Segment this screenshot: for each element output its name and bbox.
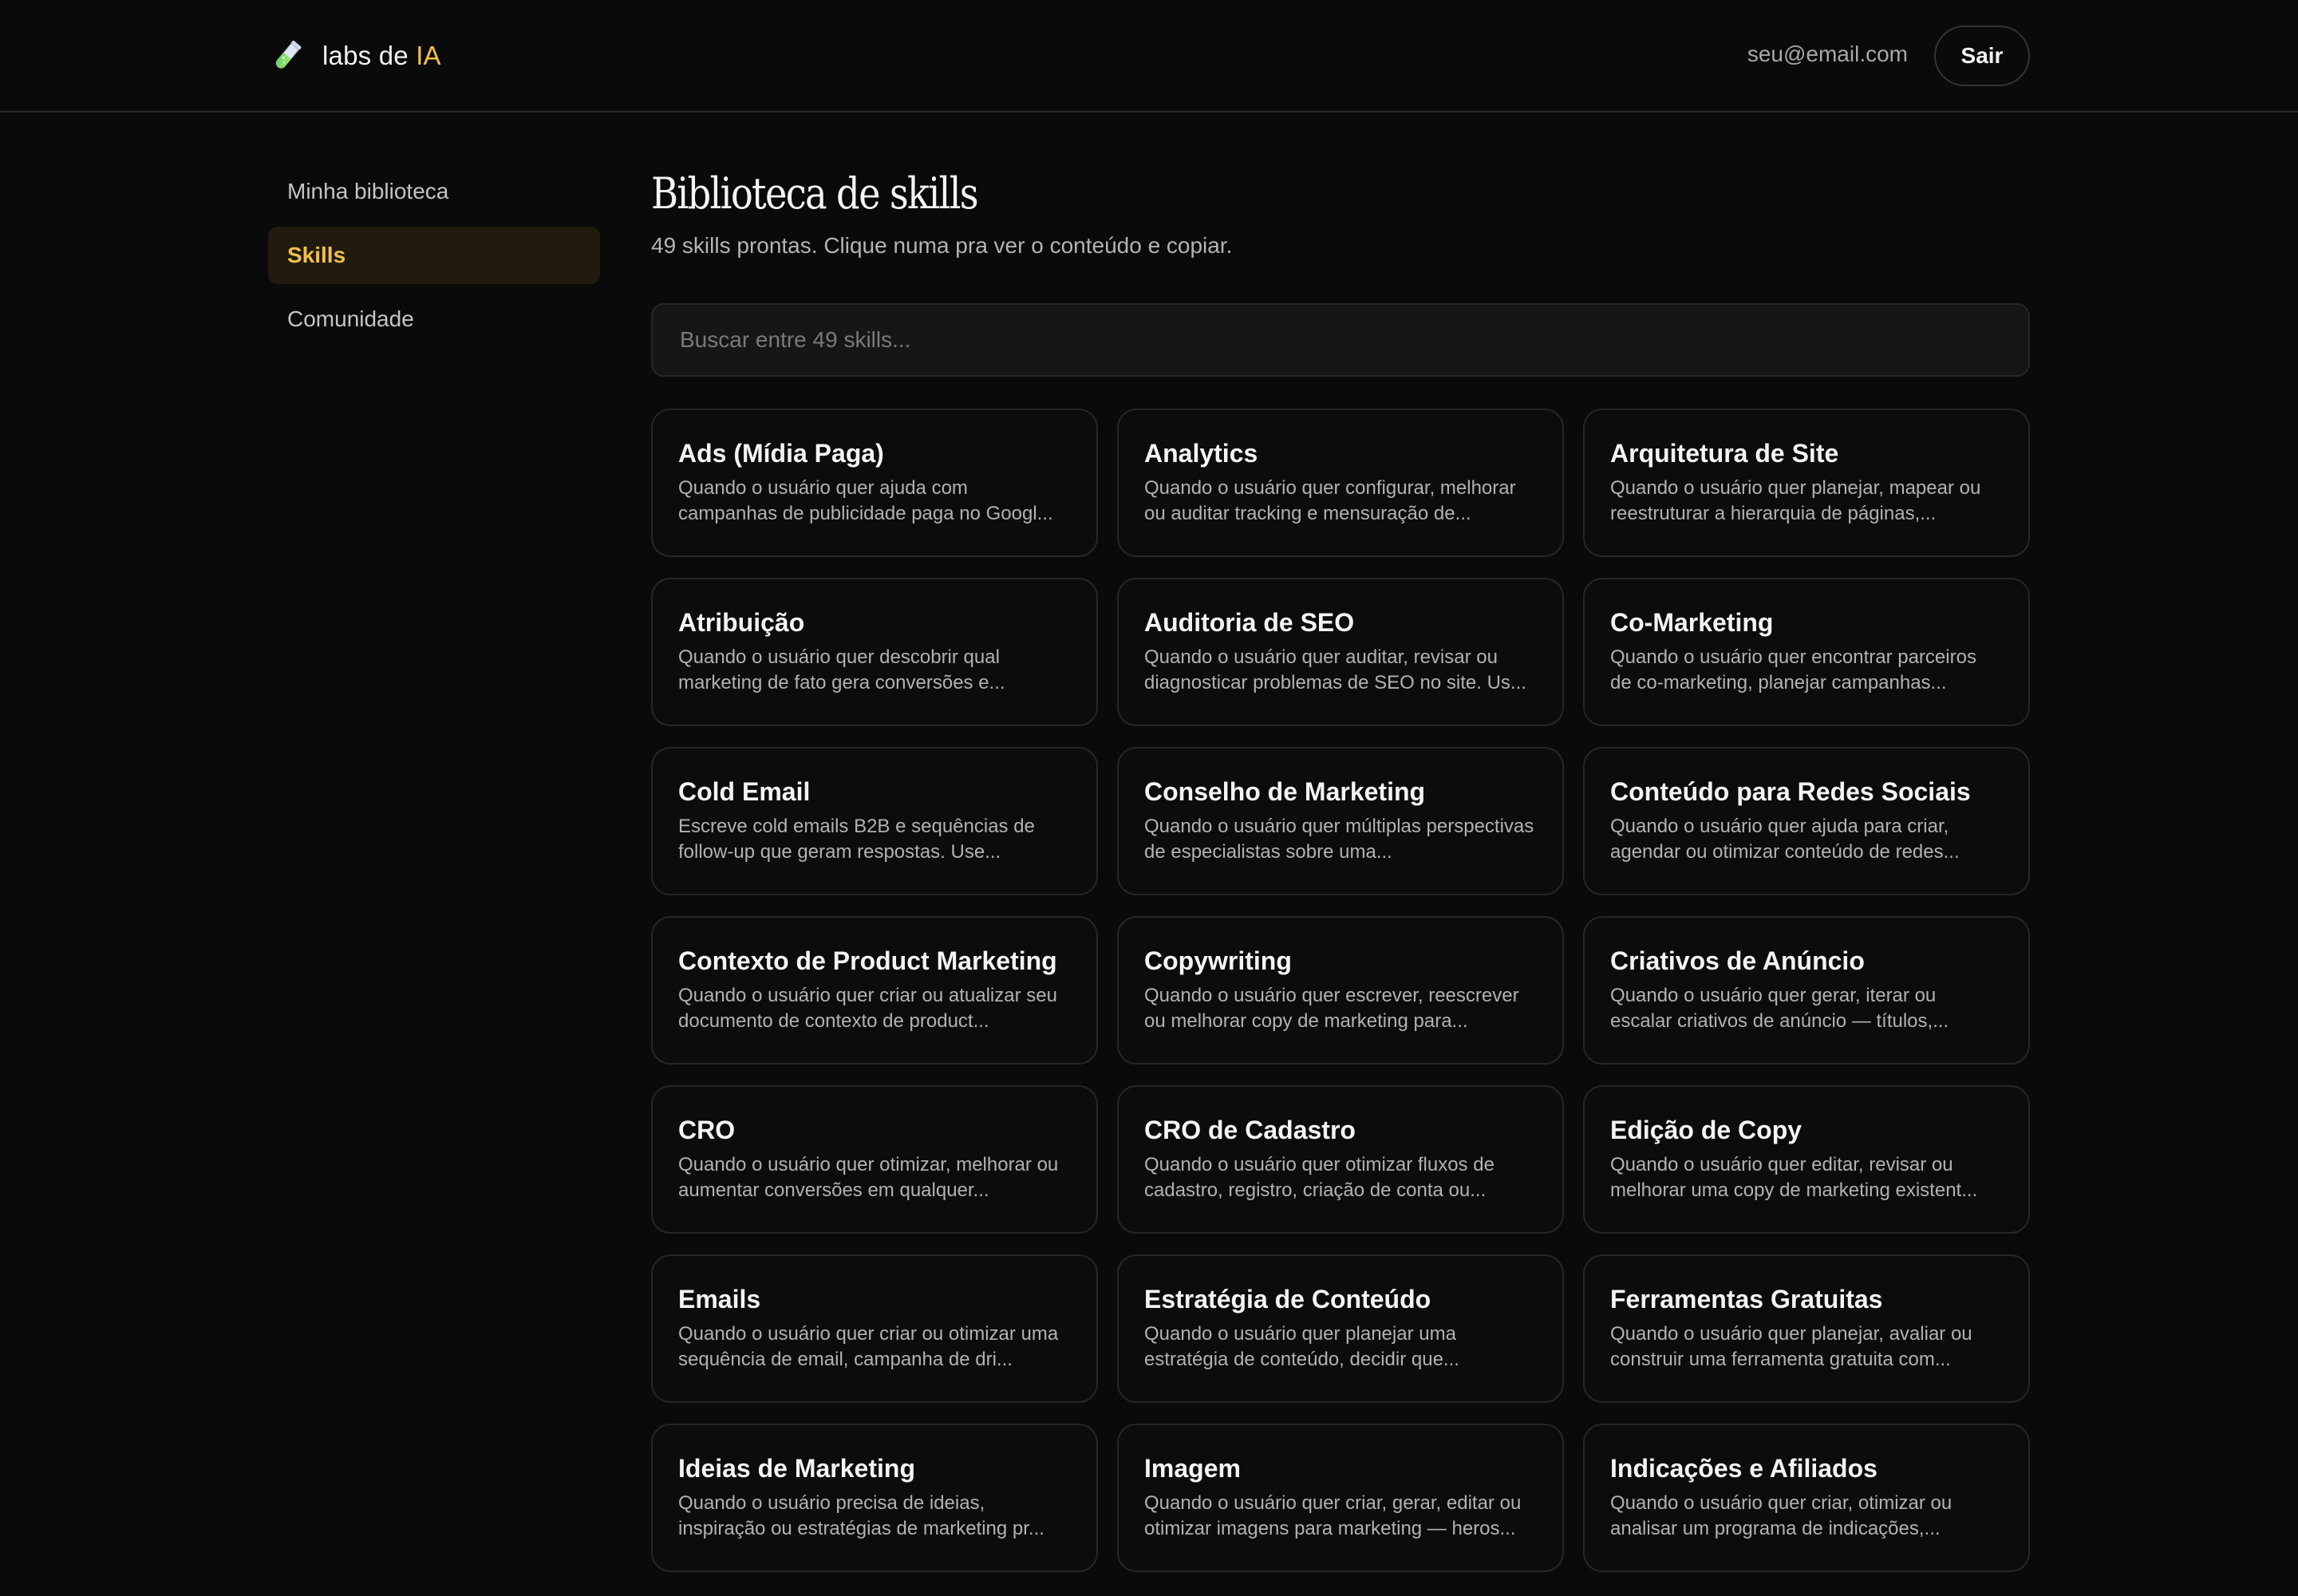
logout-button[interactable]: Sair bbox=[1934, 26, 2030, 86]
skill-card[interactable]: Criativos de Anúncio Quando o usuário qu… bbox=[1583, 916, 2030, 1065]
skill-card-description: Quando o usuário quer planejar uma estra… bbox=[1144, 1323, 1459, 1370]
skill-card-title: Imagem bbox=[1144, 1454, 1241, 1483]
skill-card[interactable]: Ideias de Marketing Quando o usuário pre… bbox=[651, 1424, 1098, 1572]
skill-card-title: Conteúdo para Redes Sociais bbox=[1610, 777, 1971, 806]
skill-card[interactable]: Conselho de Marketing Quando o usuário q… bbox=[1117, 747, 1564, 895]
skill-card-description: Escreve cold emails B2B e sequências de … bbox=[678, 816, 1035, 863]
skill-card-description: Quando o usuário quer descobrir qual mar… bbox=[678, 646, 1005, 693]
skill-card[interactable]: Arquitetura de Site Quando o usuário que… bbox=[1583, 409, 2030, 557]
skill-card-title: Indicações e Afiliados bbox=[1610, 1454, 1877, 1483]
skill-card-title: Arquitetura de Site bbox=[1610, 439, 1839, 468]
skill-card[interactable]: Co-Marketing Quando o usuário quer encon… bbox=[1583, 578, 2030, 726]
skill-card[interactable]: Copywriting Quando o usuário quer escrev… bbox=[1117, 916, 1564, 1065]
skill-card-description: Quando o usuário precisa de ideias, insp… bbox=[678, 1492, 1044, 1539]
skill-card[interactable]: Estratégia de Conteúdo Quando o usuário … bbox=[1117, 1254, 1564, 1403]
skill-card-title: Analytics bbox=[1144, 439, 1258, 468]
skill-card[interactable]: Ferramentas Gratuitas Quando o usuário q… bbox=[1583, 1254, 2030, 1403]
brand-logo[interactable]: labs de IA bbox=[270, 35, 441, 77]
page-subtitle: 49 skills prontas. Clique numa pra ver o… bbox=[651, 233, 1233, 258]
skill-card[interactable]: Atribuição Quando o usuário quer descobr… bbox=[651, 578, 1098, 726]
skill-card-description: Quando o usuário quer escrever, reescrev… bbox=[1144, 985, 1519, 1032]
skill-card-description: Quando o usuário quer criar, otimizar ou… bbox=[1610, 1492, 1953, 1539]
skill-card[interactable]: Conteúdo para Redes Sociais Quando o usu… bbox=[1583, 747, 2030, 895]
skill-card-description: Quando o usuário quer criar ou otimizar … bbox=[678, 1323, 1059, 1370]
sidebar-navigation: Minha biblioteca Skills Comunidade bbox=[268, 163, 600, 354]
skill-card-title: Co-Marketing bbox=[1610, 608, 1774, 637]
skill-card[interactable]: CRO Quando o usuário quer otimizar, melh… bbox=[651, 1085, 1098, 1234]
skill-card-title: CRO de Cadastro bbox=[1144, 1116, 1356, 1144]
skill-card-description: Quando o usuário quer editar, revisar ou… bbox=[1610, 1154, 1978, 1201]
skill-card-title: Ads (Mídia Paga) bbox=[678, 439, 884, 468]
main-content: Biblioteca de skills 49 skills prontas. … bbox=[651, 160, 2030, 1572]
skill-card-title: Estratégia de Conteúdo bbox=[1144, 1285, 1431, 1314]
skill-card-description: Quando o usuário quer ajuda com campanha… bbox=[678, 477, 1053, 524]
skill-card-description: Quando o usuário quer encontrar parceiro… bbox=[1610, 646, 1976, 693]
top-navigation-bar: labs de IA seu@email.com Sair bbox=[0, 0, 2298, 113]
skill-card-description: Quando o usuário quer múltiplas perspect… bbox=[1144, 816, 1534, 863]
skill-card[interactable]: Edição de Copy Quando o usuário quer edi… bbox=[1583, 1085, 2030, 1234]
skill-card-title: Copywriting bbox=[1144, 946, 1292, 975]
skill-card-title: Atribuição bbox=[678, 608, 805, 637]
skill-card-description: Quando o usuário quer ajuda para criar, … bbox=[1610, 816, 1960, 863]
skill-card[interactable]: Contexto de Product Marketing Quando o u… bbox=[651, 916, 1098, 1065]
skill-card[interactable]: Cold Email Escreve cold emails B2B e seq… bbox=[651, 747, 1098, 895]
skill-card-title: Auditoria de SEO bbox=[1144, 608, 1355, 637]
skill-card[interactable]: Imagem Quando o usuário quer criar, gera… bbox=[1117, 1424, 1564, 1572]
skill-card-title: CRO bbox=[678, 1116, 736, 1144]
skills-grid: Ads (Mídia Paga) Quando o usuário quer a… bbox=[651, 409, 2030, 1572]
skill-card-title: Emails bbox=[678, 1285, 761, 1314]
skill-card-title: Edição de Copy bbox=[1610, 1116, 1802, 1144]
user-email: seu@email.com bbox=[1747, 41, 1908, 66]
skill-card[interactable]: Indicações e Afiliados Quando o usuário … bbox=[1583, 1424, 2030, 1572]
skill-card[interactable]: Emails Quando o usuário quer criar ou ot… bbox=[651, 1254, 1098, 1403]
skill-card-description: Quando o usuário quer planejar, avaliar … bbox=[1610, 1323, 1972, 1370]
skill-card-title: Ferramentas Gratuitas bbox=[1610, 1285, 1883, 1314]
brand-name-prefix: labs de bbox=[322, 41, 417, 70]
skill-card-description: Quando o usuário quer gerar, iterar ou e… bbox=[1610, 985, 1949, 1032]
sidebar-item-skills[interactable]: Skills bbox=[268, 227, 600, 284]
skill-card-description: Quando o usuário quer otimizar fluxos de… bbox=[1144, 1154, 1494, 1201]
skill-card-title: Conselho de Marketing bbox=[1144, 777, 1426, 806]
skill-card-description: Quando o usuário quer auditar, revisar o… bbox=[1144, 646, 1526, 693]
skill-card[interactable]: Auditoria de SEO Quando o usuário quer a… bbox=[1117, 578, 1564, 726]
brand-name-accent: IA bbox=[416, 41, 441, 70]
skill-card-description: Quando o usuário quer criar ou atualizar… bbox=[678, 985, 1057, 1032]
skill-card-description: Quando o usuário quer planejar, mapear o… bbox=[1610, 477, 1981, 524]
skill-card-title: Cold Email bbox=[678, 777, 811, 806]
search-input[interactable] bbox=[678, 326, 2003, 354]
skill-card-description: Quando o usuário quer otimizar, melhorar… bbox=[678, 1154, 1059, 1201]
sidebar-item-minha-biblioteca[interactable]: Minha biblioteca bbox=[268, 163, 600, 220]
skill-card[interactable]: Ads (Mídia Paga) Quando o usuário quer a… bbox=[651, 409, 1098, 557]
brand-name: labs de IA bbox=[322, 41, 441, 71]
skill-card[interactable]: Analytics Quando o usuário quer configur… bbox=[1117, 409, 1564, 557]
skill-card-description: Quando o usuário quer configurar, melhor… bbox=[1144, 477, 1516, 524]
skill-card-title: Contexto de Product Marketing bbox=[678, 946, 1057, 975]
search-bar bbox=[651, 303, 2030, 377]
skill-card-title: Ideias de Marketing bbox=[678, 1454, 915, 1483]
page-title: Biblioteca de skills bbox=[651, 168, 979, 219]
skill-card[interactable]: CRO de Cadastro Quando o usuário quer ot… bbox=[1117, 1085, 1564, 1234]
test-tube-icon bbox=[275, 40, 302, 69]
skill-card-description: Quando o usuário quer criar, gerar, edit… bbox=[1144, 1492, 1522, 1539]
skill-card-title: Criativos de Anúncio bbox=[1610, 946, 1865, 975]
sidebar-item-comunidade[interactable]: Comunidade bbox=[268, 290, 600, 348]
